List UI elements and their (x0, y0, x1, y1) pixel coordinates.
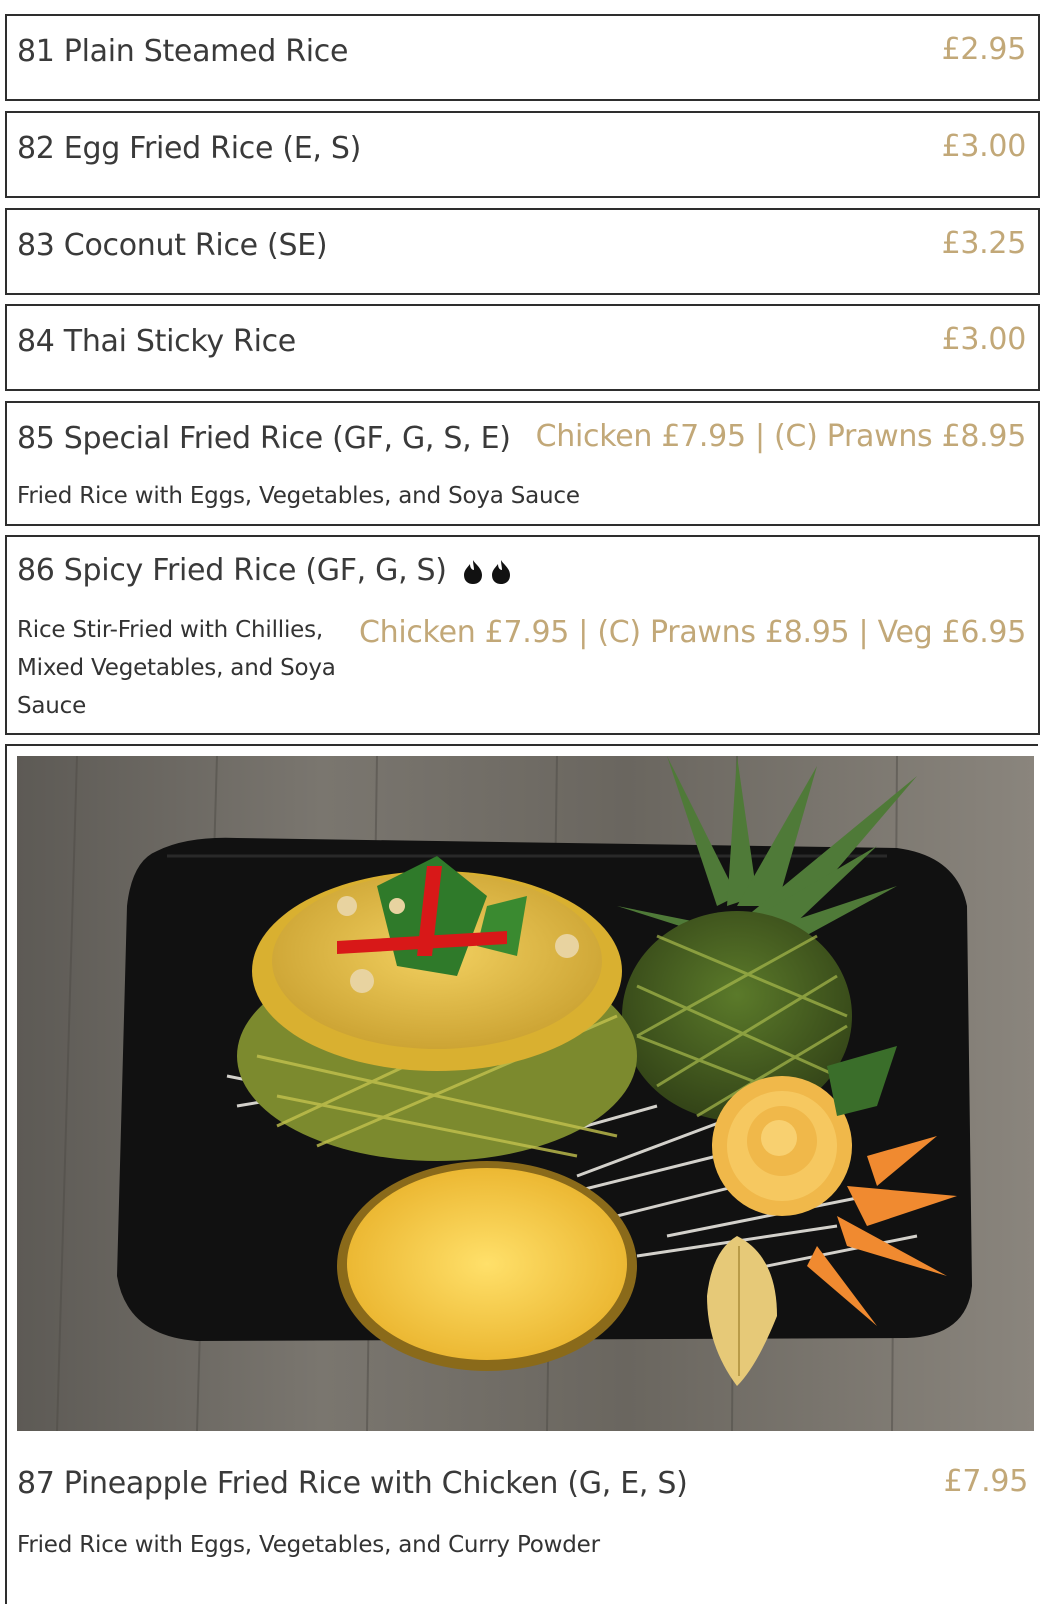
item-description: Rice Stir-Fried with Chillies, Mixed Veg… (17, 611, 336, 725)
description-line: Sauce (17, 693, 87, 719)
item-price: £3.00 (941, 129, 1027, 164)
item-name: 82 Egg Fried Rice (E, S) (17, 131, 362, 166)
description-line: Mixed Vegetables, and Soya (17, 655, 336, 681)
menu-item-83: 83 Coconut Rice (SE) £3.25 (5, 208, 1040, 295)
pineapple-fried-rice-photo (17, 756, 1034, 1431)
menu-item-81: 81 Plain Steamed Rice £2.95 (5, 14, 1040, 101)
menu-item-85: 85 Special Fried Rice (GF, G, S, E) Chic… (5, 401, 1040, 526)
item-name: 87 Pineapple Fried Rice with Chicken (G,… (17, 1466, 688, 1501)
item-price: £3.25 (941, 226, 1027, 261)
item-description: Fried Rice with Eggs, Vegetables, and Cu… (17, 1532, 600, 1558)
item-description: Fried Rice with Eggs, Vegetables, and So… (17, 483, 580, 509)
item-price: £2.95 (941, 32, 1027, 67)
chili-icon (490, 559, 512, 585)
item-name: 85 Special Fried Rice (GF, G, S, E) (17, 421, 511, 456)
item-price: Chicken £7.95 | (C) Prawns £8.95 (535, 419, 1027, 454)
item-name: 81 Plain Steamed Rice (17, 34, 349, 69)
item-name-text: 86 Spicy Fried Rice (GF, G, S) (17, 553, 447, 588)
item-name: 83 Coconut Rice (SE) (17, 228, 328, 263)
menu-item-87: 87 Pineapple Fried Rice with Chicken (G,… (5, 744, 1038, 1604)
chili-icon (462, 559, 484, 585)
item-name: 86 Spicy Fried Rice (GF, G, S) (17, 553, 512, 588)
menu-item-86: 86 Spicy Fried Rice (GF, G, S) Rice Stir… (5, 535, 1040, 735)
menu-item-84: 84 Thai Sticky Rice £3.00 (5, 304, 1040, 391)
item-name: 84 Thai Sticky Rice (17, 324, 296, 359)
menu-item-82: 82 Egg Fried Rice (E, S) £3.00 (5, 111, 1040, 198)
item-price: £3.00 (941, 322, 1027, 357)
item-price: Chicken £7.95 | (C) Prawns £8.95 | Veg £… (358, 615, 1026, 650)
item-price: £7.95 (943, 1464, 1029, 1499)
description-line: Rice Stir-Fried with Chillies, (17, 617, 323, 643)
